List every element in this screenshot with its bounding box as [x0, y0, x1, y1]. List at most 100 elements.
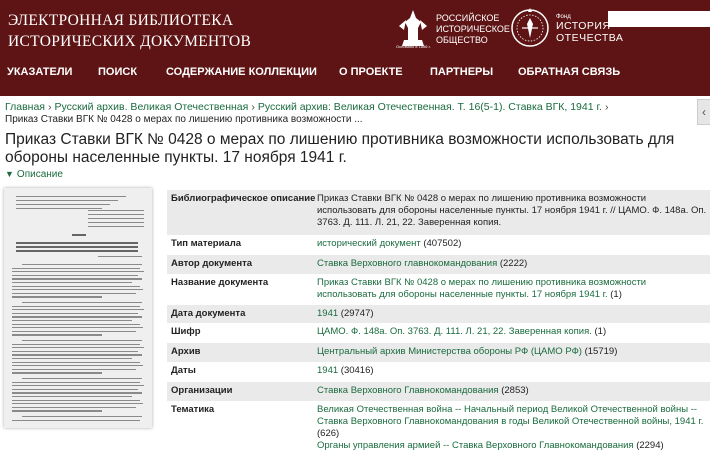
metadata-row-archive: Архив Центральный архив Министерства обо… [167, 343, 710, 362]
metadata-count: (29747) [340, 308, 374, 319]
scan-text-line [22, 378, 142, 380]
scan-text-line [12, 396, 132, 398]
chevron-left-icon: ‹ [702, 105, 706, 119]
scan-text-line [22, 264, 142, 266]
scan-text-line [16, 246, 138, 248]
document-scan-thumbnail[interactable] [4, 188, 152, 428]
metadata-value: Ставка Верховного главнокомандования (22… [317, 258, 707, 270]
metadata-row-cipher: Шифр ЦАМО. Ф. 148а. Оп. 3763. Д. 111. Л.… [167, 323, 710, 343]
metadata-link[interactable]: Великая Отечественная война -- Начальный… [317, 404, 703, 427]
metadata-count: (1) [610, 289, 622, 300]
scan-text-line [12, 361, 140, 363]
scan-text-line [12, 354, 142, 356]
scan-text-line [12, 372, 102, 374]
breadcrumb-volume[interactable]: Русский архив: Великая Отечественная. Т.… [258, 101, 602, 113]
scan-text-line [12, 368, 136, 370]
scan-text-line [12, 392, 142, 394]
metadata-count: (626) [317, 428, 340, 439]
scan-text-line [12, 358, 132, 360]
description-toggle[interactable]: ▼ Описание [5, 169, 63, 180]
scan-text-line [88, 218, 144, 220]
rio-logo[interactable]: РОССИЙСКОЕ ИСТОРИЧЕСКОЕ ОБЩЕСТВО Основан… [394, 6, 510, 50]
metadata-label: Тип материала [171, 238, 242, 249]
metadata-count: (407502) [423, 238, 462, 249]
metadata-label: Даты [171, 365, 196, 376]
metadata-label: Библиографическое описание [171, 193, 316, 204]
scan-text-line [12, 399, 140, 401]
scan-text-line [12, 309, 144, 311]
scan-text-line [12, 350, 138, 352]
scan-text-line [12, 327, 143, 329]
nav-item-search[interactable]: ПОИСК [98, 66, 137, 78]
metadata-label: Архив [171, 346, 201, 357]
metadata-value: Приказ Ставки ВГК № 0428 о мерах по лише… [317, 193, 707, 228]
scan-text-line [16, 204, 110, 206]
metadata-label: Название документа [171, 277, 269, 288]
breadcrumb: Главная › Русский архив. Великая Отечестве… [5, 100, 611, 114]
scan-text-line [12, 410, 102, 412]
metadata-link[interactable]: 1941 [317, 365, 338, 376]
scan-text-line [88, 214, 144, 216]
scan-text-line [16, 242, 138, 244]
breadcrumb-separator: › [251, 101, 255, 113]
metadata-label: Организации [171, 385, 233, 396]
side-panel-toggle[interactable]: ‹ [697, 99, 710, 125]
seal-emblem-icon [511, 8, 549, 47]
scan-text-line [16, 208, 102, 210]
metadata-link[interactable]: Ставка Верховного Главнокомандования [317, 385, 499, 396]
metadata-value: ЦАМО. Ф. 148а. Оп. 3763. Д. 111. Л. 21, … [317, 326, 707, 338]
metadata-link[interactable]: Органы управления армией -- Ставка Верхо… [317, 440, 634, 451]
scan-text-line [12, 320, 132, 322]
scan-text-line [12, 385, 144, 387]
scan-text-line [12, 347, 144, 349]
site-title-line1: ЭЛЕКТРОННАЯ БИБЛИОТЕКА [8, 12, 234, 29]
rio-logo-line1: РОССИЙСКОЕ [436, 13, 500, 23]
breadcrumb-separator: › [604, 101, 609, 113]
metadata-count: (2853) [501, 385, 529, 396]
scan-text-line [12, 271, 144, 273]
metadata-link[interactable]: Приказ Ставки ВГК № 0428 о мерах по лише… [317, 277, 646, 300]
metadata-link[interactable]: 1941 [317, 308, 338, 319]
site-title[interactable]: ЭЛЕКТРОННАЯ БИБЛИОТЕКА ИСТОРИЧЕСКИХ ДОКУ… [8, 10, 251, 52]
breadcrumb-separator: › [47, 101, 52, 113]
metadata-row-date: Дата документа 1941 (29747) [167, 305, 710, 323]
metadata-row-organizations: Организации Ставка Верховного Главнокома… [167, 382, 710, 401]
scan-text-line [22, 302, 142, 304]
scan-text-line [16, 196, 126, 198]
scan-text-line [12, 388, 138, 390]
metadata-link[interactable]: исторический документ [317, 238, 421, 249]
scan-text-line [12, 403, 143, 405]
metadata-link[interactable]: ЦАМО. Ф. 148а. Оп. 3763. Д. 111. Л. 21, … [317, 326, 592, 337]
metadata-row-name: Название документа Приказ Ставки ВГК № 0… [167, 274, 710, 305]
nav-item-partners[interactable]: ПАРТНЕРЫ [430, 66, 493, 78]
scan-text-line [12, 406, 136, 408]
metadata-row-bibliographic: Библиографическое описание Приказ Ставки… [167, 190, 710, 235]
scan-text-line [12, 316, 142, 318]
scan-text-line [12, 282, 132, 284]
nav-item-indexes[interactable]: УКАЗАТЕЛИ [7, 66, 72, 78]
topic-entry: Великая Отечественная война -- Начальный… [317, 404, 707, 440]
metadata-count: (2294) [636, 440, 664, 451]
scan-text-line [12, 305, 140, 307]
scan-text-line [12, 285, 140, 287]
rio-logo-line3: ОБЩЕСТВО [436, 35, 488, 45]
breadcrumb-russian-archive[interactable]: Русский архив. Великая Отечественная [54, 101, 248, 113]
scan-text-line [22, 340, 142, 342]
nav-item-about[interactable]: О ПРОЕКТЕ [339, 66, 403, 78]
nav-item-feedback[interactable]: ОБРАТНАЯ СВЯЗЬ [518, 66, 620, 78]
metadata-count: (15719) [584, 346, 618, 357]
breadcrumb-home[interactable]: Главная [5, 101, 45, 113]
scan-text-line [12, 330, 136, 332]
search-input[interactable] [608, 11, 710, 27]
rio-logo-founded: Основано в 1866 г. [396, 44, 431, 49]
metadata-value: Ставка Верховного Главнокомандования (28… [317, 385, 707, 397]
nav-item-collection[interactable]: СОДЕРЖАНИЕ КОЛЛЕКЦИИ [166, 66, 317, 78]
history-fund-logo[interactable]: Фонд ИСТОРИЯ ОТЕЧЕСТВА [510, 6, 623, 52]
site-title-line2: ИСТОРИЧЕСКИХ ДОКУМЕНТОВ [8, 33, 252, 50]
scan-text-line [16, 250, 138, 252]
metadata-link[interactable]: Ставка Верховного главнокомандования [317, 258, 497, 269]
scan-text-line [12, 334, 102, 336]
scan-text-line [12, 365, 143, 367]
metadata-link[interactable]: Центральный архив Министерства обороны Р… [317, 346, 582, 357]
metadata-value: 1941 (30416) [317, 365, 707, 377]
